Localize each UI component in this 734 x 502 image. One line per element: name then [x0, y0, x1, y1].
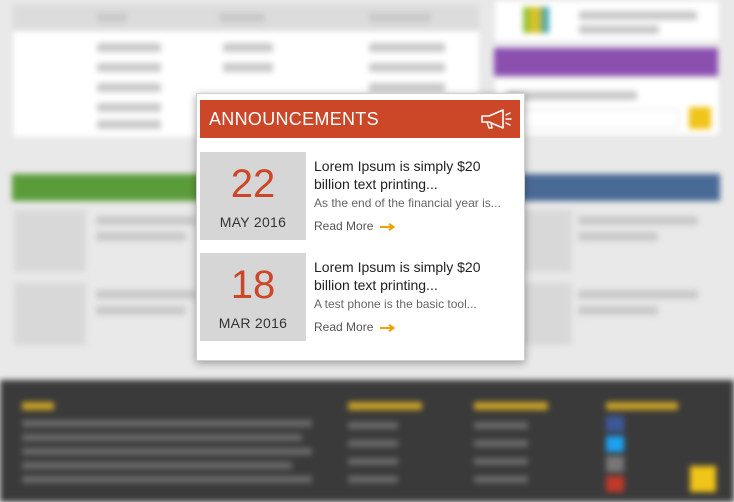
announcement-item[interactable]: 18 MAR 2016 Lorem Ipsum is simply $20 bi…	[200, 253, 520, 343]
announcements-header: ANNOUNCEMENTS	[200, 100, 520, 138]
background-purple-header	[494, 48, 718, 76]
date-day: 18	[230, 263, 276, 307]
announcement-headline[interactable]: Lorem Ipsum is simply $20 billion text p…	[314, 258, 514, 294]
date-month: MAR 2016	[218, 315, 288, 331]
background-footer	[0, 380, 734, 502]
announcements-title: ANNOUNCEMENTS	[209, 109, 379, 129]
megaphone-icon	[481, 109, 512, 129]
date-box: 22 MAY 2016	[200, 152, 306, 240]
announcement-excerpt: A test phone is the basic tool...	[314, 297, 477, 311]
announcement-headline[interactable]: Lorem Ipsum is simply $20 billion text p…	[314, 157, 514, 193]
arrow-right-icon	[380, 323, 396, 332]
read-more-label: Read More	[314, 320, 374, 334]
background-green-header	[12, 174, 202, 201]
read-more-label: Read More	[314, 219, 374, 233]
background-form	[494, 78, 720, 136]
announcements-panel: ANNOUNCEMENTS 22 MAY 2016 Lorem Ipsum is…	[196, 93, 525, 361]
date-month: MAY 2016	[219, 214, 287, 230]
announcement-item[interactable]: 22 MAY 2016 Lorem Ipsum is simply $20 bi…	[200, 152, 520, 242]
read-more-link[interactable]: Read More	[314, 320, 396, 334]
announcement-excerpt: As the end of the financial year is...	[314, 196, 501, 210]
background-blue-header	[520, 174, 720, 201]
arrow-right-icon	[380, 222, 396, 231]
date-day: 22	[230, 162, 276, 206]
background-card	[494, 0, 720, 42]
date-box: 18 MAR 2016	[200, 253, 306, 341]
read-more-link[interactable]: Read More	[314, 219, 396, 233]
